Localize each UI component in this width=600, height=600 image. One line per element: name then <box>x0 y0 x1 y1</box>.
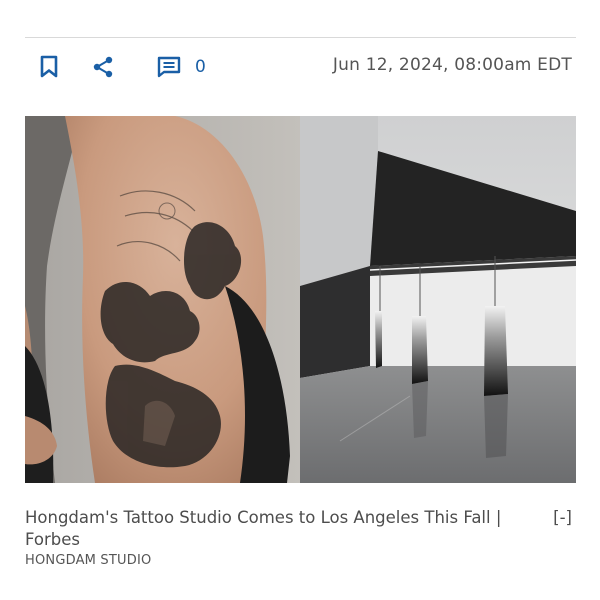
bookmark-button[interactable] <box>37 50 61 84</box>
article-toolbar: 0 Jun 12, 2024, 08:00am EDT <box>25 50 576 84</box>
image-caption: Hongdam's Tattoo Studio Comes to Los Ang… <box>25 508 502 549</box>
top-divider <box>25 37 576 38</box>
comments-button[interactable] <box>155 50 183 84</box>
share-button[interactable] <box>91 50 115 84</box>
article-photo <box>25 116 576 483</box>
image-credit: HONGDAM STUDIO <box>25 553 152 568</box>
comment-icon <box>157 56 181 78</box>
comment-count[interactable]: 0 <box>195 56 206 78</box>
studio-interior-photo <box>300 116 576 483</box>
tattoo-arm-photo <box>25 116 300 483</box>
publish-timestamp: Jun 12, 2024, 08:00am EDT <box>332 55 572 75</box>
share-icon <box>93 56 113 78</box>
bookmark-icon <box>40 55 58 78</box>
caption-collapse-toggle[interactable]: [-] <box>553 507 572 529</box>
